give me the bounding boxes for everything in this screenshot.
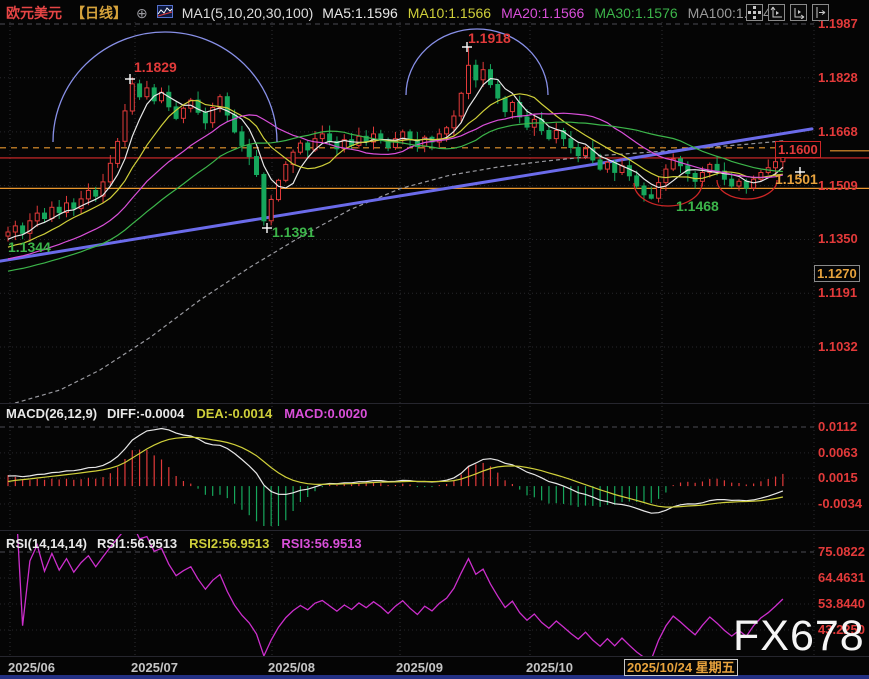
ma-value-label: MA30:1.1576 [594,5,677,21]
x-axis-scale-icon[interactable] [790,4,807,21]
macd-params-label[interactable]: MACD(26,12,9) [6,406,97,421]
rsi-axis-tick: 64.4631 [818,570,865,585]
chart-type-icon[interactable] [157,5,173,21]
goto-latest-icon[interactable] [812,4,829,21]
date-axis-label: 2025/07 [131,660,178,675]
symbol-label: 欧元美元 [6,3,62,23]
macd-values-group: DIFF:-0.0004 DEA:-0.0014 MACD:0.0020 [107,406,379,421]
price-badge: 1.1270 [814,265,860,282]
price-annotation-label: 1.1344 [8,240,51,255]
rsi-value-label: RSI3:56.9513 [281,536,361,551]
rsi-value-label: RSI2:56.9513 [189,536,269,551]
price-annotation-label: 1.1391 [272,225,315,240]
date-axis-label: 2025/06 [8,660,55,675]
price-badge: 1.1501 [775,172,818,187]
price-badge: 1.1600 [775,141,821,158]
rsi-params-label[interactable]: RSI(14,14,14) [6,536,87,551]
date-axis-label: 2025/09 [396,660,443,675]
chart-toolbar [746,4,829,21]
price-axis-tick: 1.1032 [818,339,858,354]
macd-plot [8,429,783,535]
macd-header: MACD(26,12,9) DIFF:-0.0004 DEA:-0.0014 MAC… [6,406,379,421]
ma-value-label: MA10:1.1566 [408,5,491,21]
chart-window: 欧元美元 【日线】 ⊕ MA1(5,10,20,30,100) MA5:1.15… [0,0,869,679]
macd-value-label: MACD:0.0020 [284,406,367,421]
macd-axis-tick: 0.0015 [818,470,858,485]
chart-canvas[interactable] [0,0,869,679]
price-axis-tick: 1.1350 [818,231,858,246]
ma-value-label: MA5:1.1596 [322,5,398,21]
rsi-value-label: RSI1:56.9513 [97,536,177,551]
price-axis-tick: 1.1668 [818,124,858,139]
price-axis-tick: 1.1191 [818,285,857,300]
rsi-axis-tick: 53.8440 [818,596,865,611]
macd-axis-tick: -0.0034 [818,496,862,511]
watermark: FX678 [733,612,865,661]
indicator-add-icon[interactable]: ⊕ [136,6,148,20]
rsi-axis-tick: 75.0822 [818,544,865,559]
chart-header: 欧元美元 【日线】 ⊕ MA1(5,10,20,30,100) MA5:1.15… [6,3,789,23]
price-annotation-label: 1.1829 [134,60,177,75]
rsi-values-group: RSI1:56.9513 RSI2:56.9513 RSI3:56.9513 [97,536,374,551]
ma-settings-label[interactable]: MA1(5,10,20,30,100) [182,5,314,21]
ma-values-group: MA5:1.1596 MA10:1.1566 MA20:1.1566 MA30:1.1… [322,5,788,21]
candles [6,47,785,241]
ma-value-label: MA20:1.1566 [501,5,584,21]
date-axis-label: 2025/10 [526,660,573,675]
price-annotation-label: 1.1468 [676,199,719,214]
period-label: 【日线】 [71,3,127,23]
macd-axis-tick: 0.0063 [818,445,858,460]
date-axis-label: 2025/08 [268,660,315,675]
annotation-arc [53,32,277,142]
price-annotation-label: 1.1918 [468,31,511,46]
y-axis-scale-icon[interactable] [768,4,785,21]
latest-date-label: 2025/10/24 星期五 [624,659,738,676]
pan-tool-icon[interactable] [746,4,763,21]
rsi-header: RSI(14,14,14) RSI1:56.9513RSI2:56.9513RS… [6,536,374,551]
bottom-strip [0,675,869,679]
price-axis-tick: 1.1828 [818,70,858,85]
macd-value-label: DIFF:-0.0004 [107,406,184,421]
price-axis-tick: 1.1509 [818,178,858,193]
macd-axis-tick: 0.0112 [818,419,857,434]
macd-value-label: DEA:-0.0014 [196,406,272,421]
